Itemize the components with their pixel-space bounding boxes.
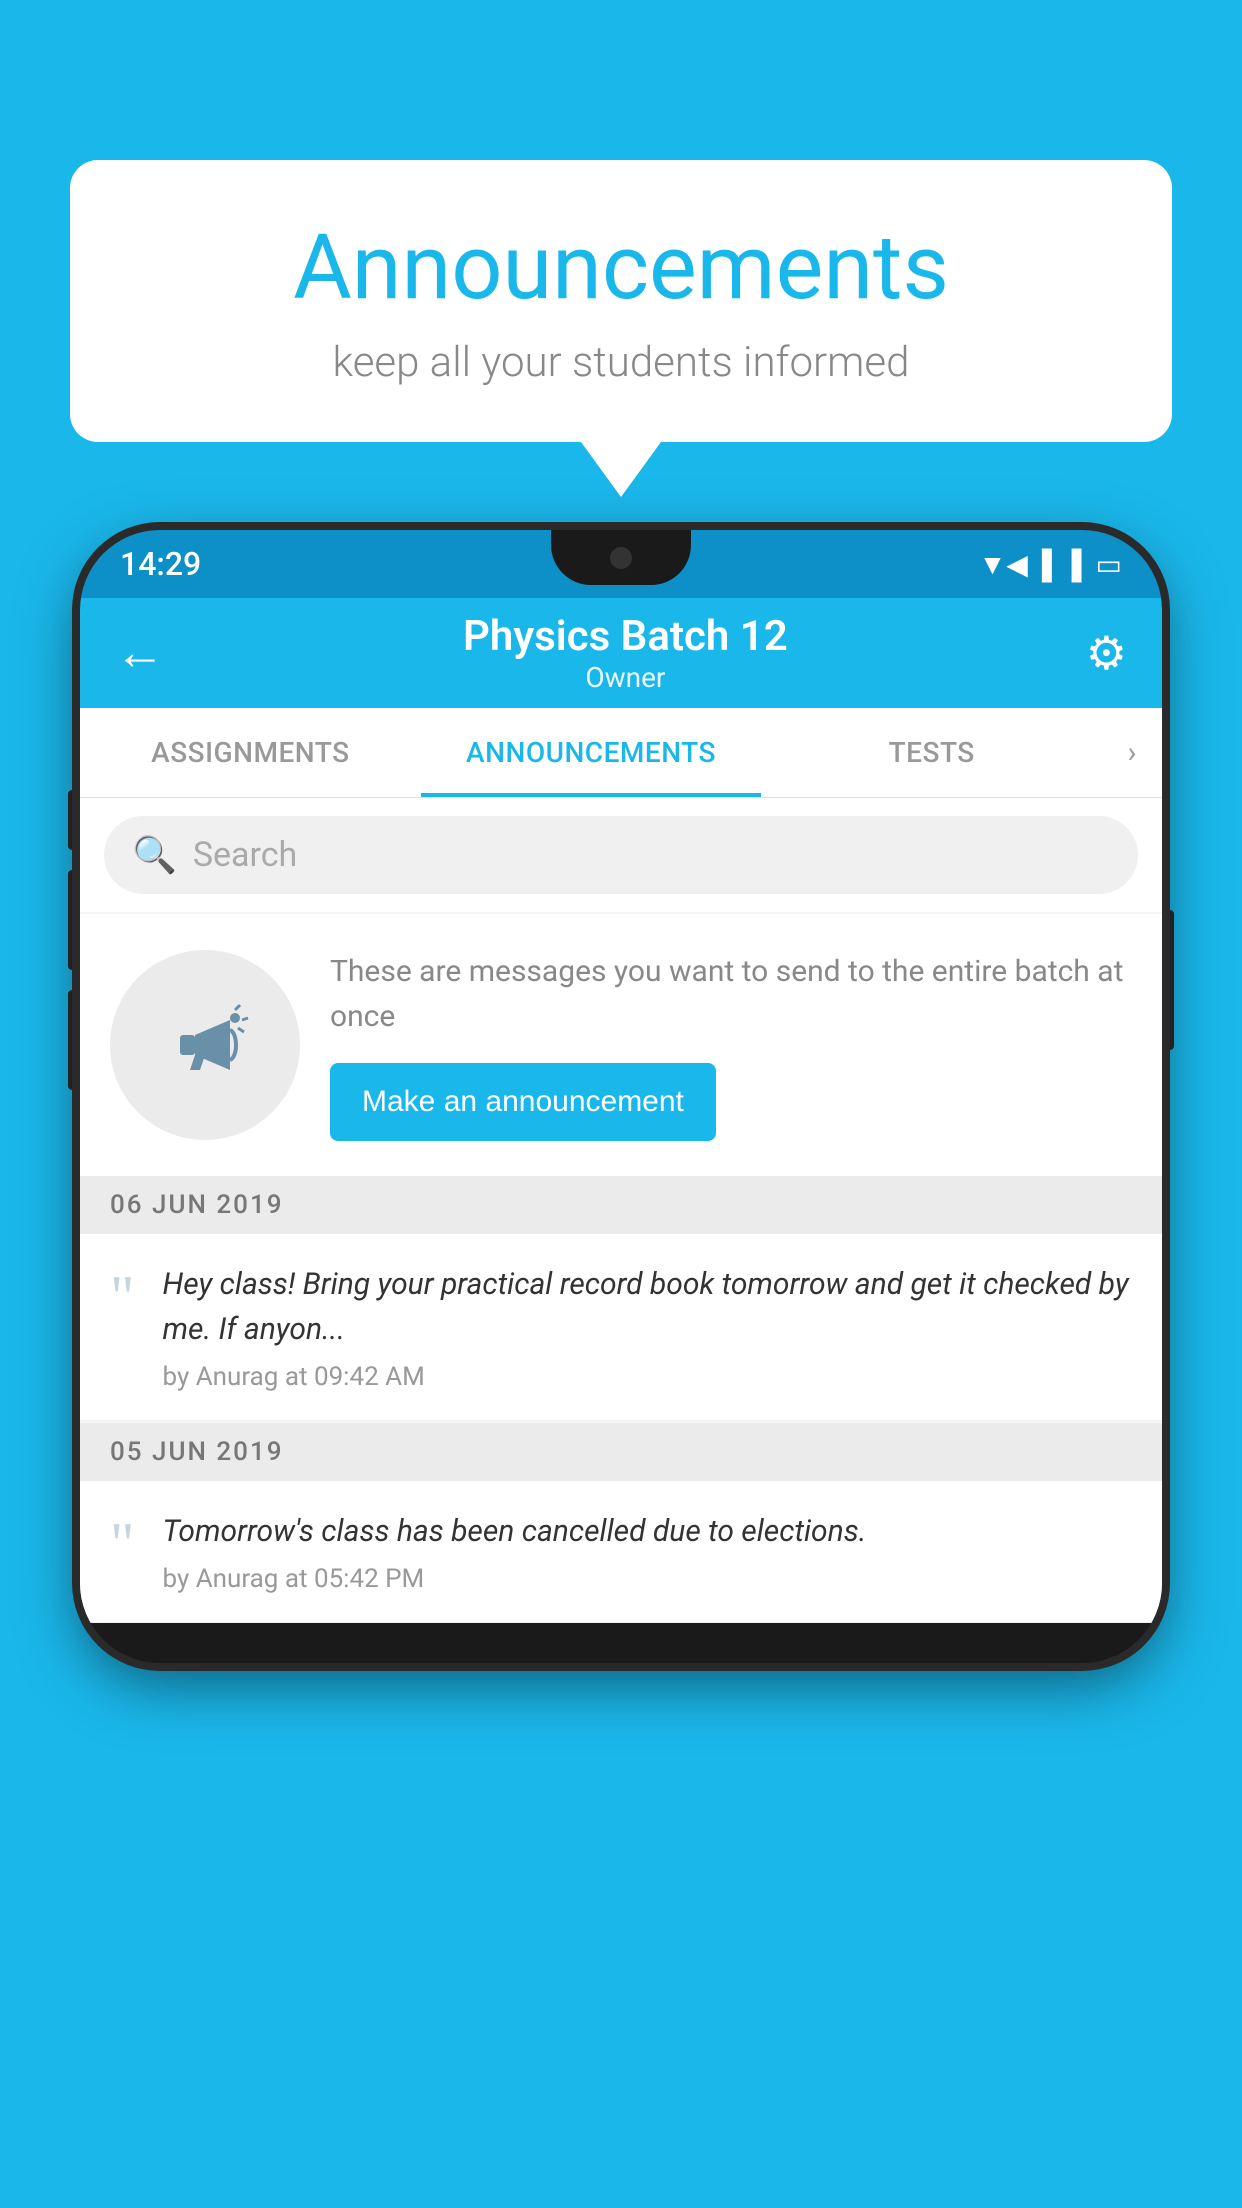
phone-wrapper: 14:29 ▼◀ ▌▐ ▭ ← Physics Batch 12 Owner ⚙…	[80, 530, 1162, 2208]
quote-icon-2: "	[110, 1514, 135, 1574]
battery-icon: ▭	[1096, 548, 1122, 581]
announcement-meta-1: by Anurag at 09:42 AM	[163, 1362, 1133, 1392]
announcement-message-1: Hey class! Bring your practical record b…	[163, 1262, 1133, 1352]
status-icons: ▼◀ ▌▐ ▭	[979, 548, 1122, 581]
back-button[interactable]: ←	[115, 628, 165, 678]
quote-icon-1: "	[110, 1267, 135, 1327]
bubble-arrow	[581, 442, 661, 497]
phone-frame: 14:29 ▼◀ ▌▐ ▭ ← Physics Batch 12 Owner ⚙…	[80, 530, 1162, 1663]
volume-down-button	[68, 870, 80, 970]
second-date-section: 05 JUN 2019 " Tomorrow's class has been …	[80, 1423, 1162, 1623]
content-area: 🔍 Search	[80, 798, 1162, 1623]
app-bar-title: Physics Batch 12	[463, 612, 788, 661]
announcement-promo-icon	[110, 950, 300, 1140]
power-button	[1162, 910, 1174, 1050]
notch	[551, 530, 691, 585]
announcement-content-2: Tomorrow's class has been cancelled due …	[163, 1509, 1133, 1594]
announcement-item-2[interactable]: " Tomorrow's class has been cancelled du…	[80, 1481, 1162, 1623]
date-separator-2: 05 JUN 2019	[80, 1423, 1162, 1481]
tab-tests[interactable]: TESTS	[761, 708, 1102, 797]
tab-assignments[interactable]: ASSIGNMENTS	[80, 708, 421, 797]
bubble-subtitle: keep all your students informed	[130, 338, 1112, 387]
app-bar-center: Physics Batch 12 Owner	[463, 612, 788, 694]
search-placeholder: Search	[193, 835, 297, 875]
search-icon: 🔍	[132, 834, 177, 876]
wifi-icon: ▼◀	[979, 548, 1028, 581]
promo-content: These are messages you want to send to t…	[330, 949, 1132, 1141]
announcement-promo: These are messages you want to send to t…	[80, 914, 1162, 1176]
bubble-title: Announcements	[130, 215, 1112, 320]
status-bar: 14:29 ▼◀ ▌▐ ▭	[80, 530, 1162, 598]
date-separator-1: 06 JUN 2019	[80, 1176, 1162, 1234]
announcement-item-1[interactable]: " Hey class! Bring your practical record…	[80, 1234, 1162, 1421]
tab-announcements[interactable]: ANNOUNCEMENTS	[421, 708, 762, 797]
volume-up-button	[68, 790, 80, 850]
signal-bars-icon: ▌▐	[1042, 548, 1082, 581]
promo-description: These are messages you want to send to t…	[330, 949, 1132, 1039]
speech-bubble: Announcements keep all your students inf…	[70, 160, 1172, 442]
settings-icon[interactable]: ⚙	[1086, 626, 1127, 681]
status-time: 14:29	[120, 545, 201, 583]
tabs-bar: ASSIGNMENTS ANNOUNCEMENTS TESTS ›	[80, 708, 1162, 798]
tab-more-icon[interactable]: ›	[1102, 735, 1162, 770]
search-bar[interactable]: 🔍 Search	[104, 816, 1138, 894]
announcement-content-1: Hey class! Bring your practical record b…	[163, 1262, 1133, 1392]
phone-bottom	[80, 1623, 1162, 1663]
make-announcement-button[interactable]: Make an announcement	[330, 1063, 716, 1141]
app-bar: ← Physics Batch 12 Owner ⚙	[80, 598, 1162, 708]
speech-bubble-section: Announcements keep all your students inf…	[70, 160, 1172, 497]
search-container: 🔍 Search	[80, 798, 1162, 912]
announcement-meta-2: by Anurag at 05:42 PM	[163, 1564, 1133, 1594]
camera-dot	[610, 547, 632, 569]
silent-button	[68, 990, 80, 1090]
app-bar-subtitle: Owner	[463, 661, 788, 694]
announcement-message-2: Tomorrow's class has been cancelled due …	[163, 1509, 1133, 1554]
